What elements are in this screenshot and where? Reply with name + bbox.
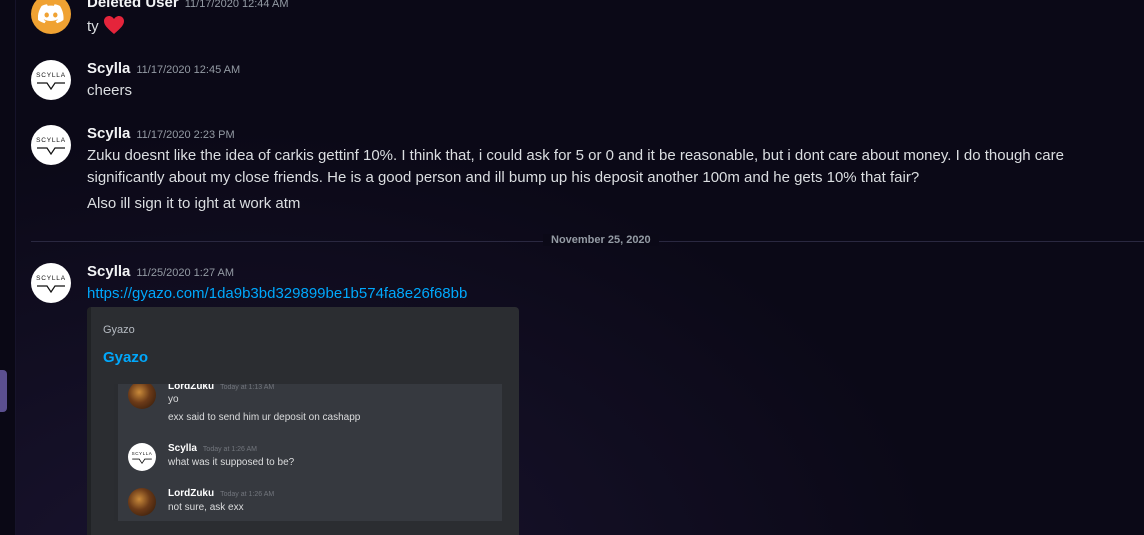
preview-text: yo [168,394,179,405]
timestamp: 11/17/2020 12:44 AM [184,0,289,10]
svg-text:SCYLLA: SCYLLA [36,72,66,79]
date-divider-label: November 25, 2020 [543,234,659,246]
preview-author: LordZuku [168,384,215,392]
avatar [128,488,156,516]
scylla-logo-icon: SCYLLA [36,72,66,91]
preview-text: exx said to send him ur deposit on casha… [168,412,361,423]
avatar[interactable]: SCYLLA [31,125,71,165]
author-name[interactable]: Scylla [87,263,130,280]
left-rail [0,0,16,535]
message-text: Also ill sign it to ight at work atm [87,195,301,212]
scylla-logo-icon: SCYLLA [132,451,153,465]
embed-image[interactable]: LordZuku Today at 1:13 AM yo exx said to … [114,384,502,521]
author-name[interactable]: Scylla [87,60,130,77]
embed-provider[interactable]: Gyazo [103,324,135,336]
message-text: cheers [87,82,133,99]
avatar[interactable]: SCYLLA [31,60,71,100]
link-embed: Gyazo Gyazo LordZuku Today at 1:13 AM yo … [87,307,519,535]
author-name[interactable]: Deleted User [87,0,179,11]
message-text: ty [87,18,99,35]
avatar[interactable]: SCYLLA [31,263,71,303]
rail-scroll-indicator[interactable] [0,370,7,412]
avatar: SCYLLA [128,443,156,471]
author-name[interactable]: Scylla [87,125,130,142]
heart-icon [103,16,124,34]
preview-timestamp: Today at 1:26 AM [220,491,275,498]
preview-text: what was it supposed to be? [168,457,295,468]
svg-text:SCYLLA: SCYLLA [36,137,66,144]
preview-author: LordZuku [168,488,215,499]
timestamp: 11/17/2020 12:45 AM [136,64,241,76]
preview-timestamp: Today at 1:13 AM [220,384,275,391]
avatar[interactable] [31,0,71,34]
scylla-logo-icon: SCYLLA [36,275,66,294]
preview-author: Scylla [168,443,197,454]
preview-timestamp: Today at 1:26 AM [202,446,258,453]
timestamp: 11/25/2020 1:27 AM [136,267,235,279]
message-text: Zuku doesnt like the idea of carkis gett… [87,147,1064,186]
discord-logo-icon [38,4,64,24]
embed-title[interactable]: Gyazo [103,349,148,366]
timestamp: 11/17/2020 2:23 PM [136,129,235,141]
scylla-logo-icon: SCYLLA [36,137,66,156]
svg-text:SCYLLA: SCYLLA [132,451,153,456]
preview-text: not sure, ask exx [168,502,244,513]
avatar [128,384,156,409]
svg-text:SCYLLA: SCYLLA [36,275,66,282]
message-link[interactable]: https://gyazo.com/1da9b3bd329899be1b574f… [87,285,467,302]
